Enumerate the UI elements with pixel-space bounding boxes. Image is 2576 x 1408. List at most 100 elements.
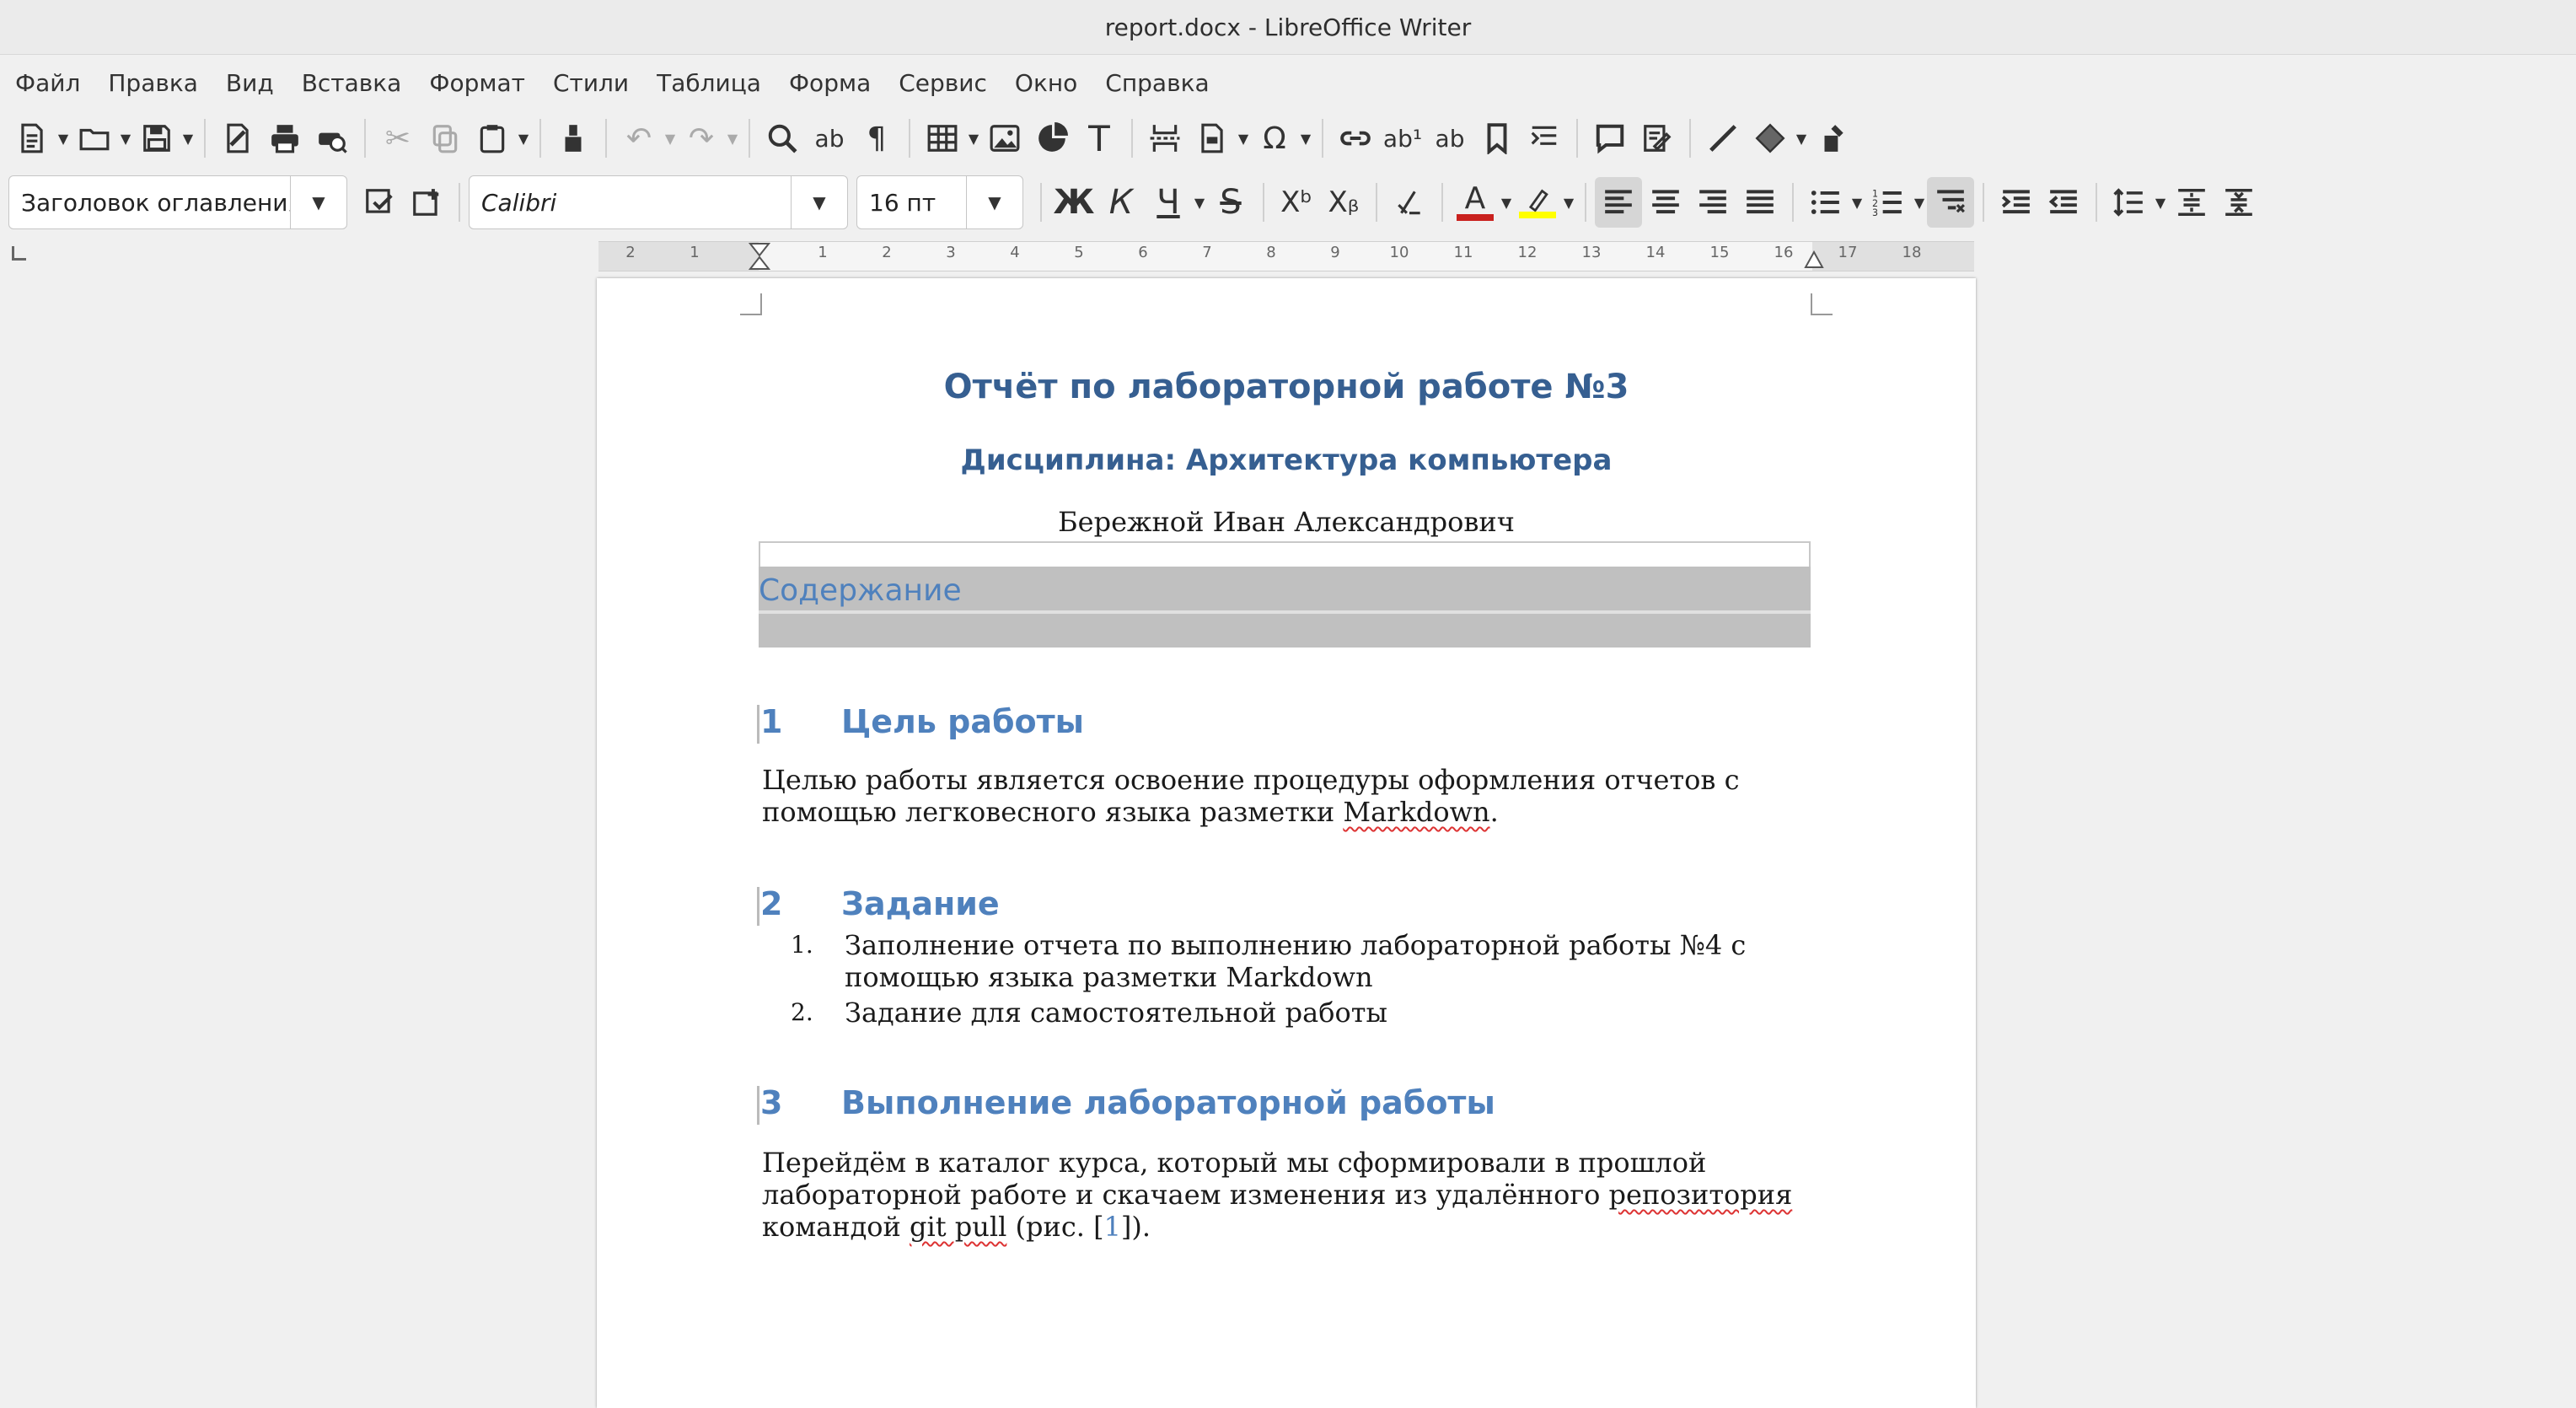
insert-chart-icon[interactable]: [1028, 113, 1076, 164]
figure-reference-link[interactable]: 1: [1104, 1211, 1121, 1243]
font-name-combo[interactable]: Calibri ▼: [469, 175, 848, 229]
numbered-list[interactable]: 1. Заполнение отчета по выполнению лабор…: [791, 929, 1802, 1029]
horizontal-ruler[interactable]: 2 1 1 2 3 4 5 6 7 8 9 10 11 12 13 14 15 …: [598, 241, 1974, 271]
unordered-list-dropdown-icon[interactable]: ▼: [1849, 177, 1865, 228]
decrease-paragraph-spacing-icon[interactable]: [2215, 177, 2262, 228]
find-replace-icon[interactable]: [759, 113, 806, 164]
document-author[interactable]: Бережной Иван Александрович: [597, 506, 1976, 538]
menu-view[interactable]: Вид: [226, 69, 274, 97]
open-dropdown-icon[interactable]: ▼: [118, 113, 133, 164]
field-dropdown-icon[interactable]: ▼: [1236, 113, 1251, 164]
hyperlink-icon[interactable]: [1332, 113, 1379, 164]
insert-table-icon[interactable]: [919, 113, 966, 164]
toc-section[interactable]: Содержание: [759, 567, 1811, 648]
update-style-icon[interactable]: [356, 177, 403, 228]
menu-insert[interactable]: Вставка: [302, 69, 402, 97]
paragraph-style-value[interactable]: Заголовок оглавления: [9, 189, 290, 217]
undo-icon[interactable]: ↶: [615, 113, 663, 164]
bookmark-icon[interactable]: [1473, 113, 1521, 164]
font-size-combo[interactable]: 16 пт ▼: [856, 175, 1023, 229]
tab-stop-selector[interactable]: [12, 246, 26, 261]
footnote-icon[interactable]: ab¹: [1379, 113, 1426, 164]
outline-list-icon[interactable]: [1927, 177, 1974, 228]
save-icon[interactable]: [133, 113, 180, 164]
paragraph[interactable]: Целью работы является освоение процедуры…: [762, 764, 1807, 828]
decrease-indent-icon[interactable]: [2040, 177, 2087, 228]
menu-edit[interactable]: Правка: [108, 69, 198, 97]
formatting-marks-icon[interactable]: ¶: [853, 113, 900, 164]
paragraph-style-combo[interactable]: Заголовок оглавления ▼: [8, 175, 347, 229]
new-dropdown-icon[interactable]: ▼: [56, 113, 71, 164]
paragraph[interactable]: Перейдём в каталог курса, который мы сфо…: [762, 1147, 1807, 1243]
clone-formatting-icon[interactable]: [550, 113, 597, 164]
menu-tools[interactable]: Сервис: [899, 69, 987, 97]
heading-3[interactable]: 3 Выполнение лабораторной работы: [760, 1084, 1495, 1121]
menu-help[interactable]: Справка: [1105, 69, 1209, 97]
save-dropdown-icon[interactable]: ▼: [180, 113, 196, 164]
chevron-down-icon[interactable]: ▼: [791, 176, 847, 228]
cross-reference-icon[interactable]: [1521, 113, 1568, 164]
ordered-list-icon[interactable]: 123: [1865, 177, 1912, 228]
right-indent-marker[interactable]: [1804, 250, 1824, 269]
superscript-icon[interactable]: Xᵇ: [1273, 177, 1320, 228]
insert-field-icon[interactable]: [1189, 113, 1236, 164]
basic-shapes-icon[interactable]: [1747, 113, 1794, 164]
table-dropdown-icon[interactable]: ▼: [966, 113, 981, 164]
copy-icon[interactable]: [421, 113, 469, 164]
menu-window[interactable]: Окно: [1015, 69, 1077, 97]
comment-icon[interactable]: [1586, 113, 1634, 164]
increase-paragraph-spacing-icon[interactable]: [2168, 177, 2215, 228]
spelling-icon[interactable]: ab: [806, 113, 853, 164]
clear-formatting-icon[interactable]: [1386, 177, 1433, 228]
export-pdf-icon[interactable]: [214, 113, 261, 164]
redo-dropdown-icon[interactable]: ▼: [725, 113, 740, 164]
underline-dropdown-icon[interactable]: ▼: [1192, 177, 1207, 228]
font-name-value[interactable]: Calibri: [470, 189, 791, 217]
line-spacing-icon[interactable]: [2106, 177, 2153, 228]
strikethrough-icon[interactable]: S: [1207, 177, 1254, 228]
menu-table[interactable]: Таблица: [657, 69, 761, 97]
justify-icon[interactable]: [1736, 177, 1784, 228]
cut-icon[interactable]: ✂: [374, 113, 421, 164]
insert-page-break-icon[interactable]: [1141, 113, 1189, 164]
highlight-dropdown-icon[interactable]: ▼: [1561, 177, 1576, 228]
menu-form[interactable]: Форма: [789, 69, 871, 97]
font-color-icon[interactable]: A: [1452, 177, 1499, 228]
chevron-down-icon[interactable]: ▼: [290, 176, 346, 228]
print-icon[interactable]: [261, 113, 309, 164]
document-title[interactable]: Отчёт по лабораторной работе №3: [597, 368, 1976, 406]
unordered-list-icon[interactable]: [1802, 177, 1849, 228]
insert-image-icon[interactable]: [981, 113, 1028, 164]
paste-dropdown-icon[interactable]: ▼: [516, 113, 531, 164]
italic-icon[interactable]: К: [1097, 177, 1145, 228]
paste-icon[interactable]: [469, 113, 516, 164]
document-subtitle[interactable]: Дисциплина: Архитектура компьютера: [597, 443, 1976, 477]
underline-icon[interactable]: Ч: [1145, 177, 1192, 228]
bold-icon[interactable]: Ж: [1050, 177, 1097, 228]
redo-icon[interactable]: ↷: [678, 113, 725, 164]
print-preview-icon[interactable]: [309, 113, 356, 164]
align-center-icon[interactable]: [1642, 177, 1689, 228]
toc-heading[interactable]: Содержание: [759, 573, 962, 608]
special-character-icon[interactable]: Ω: [1251, 113, 1298, 164]
chevron-down-icon[interactable]: ▼: [966, 176, 1022, 228]
align-left-icon[interactable]: [1595, 177, 1642, 228]
ordered-list-dropdown-icon[interactable]: ▼: [1912, 177, 1927, 228]
insert-textbox-icon[interactable]: T: [1076, 113, 1123, 164]
heading-1[interactable]: 1 Цель работы: [760, 703, 1084, 740]
list-item[interactable]: 2. Задание для самостоятельной работы: [791, 997, 1802, 1029]
track-changes-icon[interactable]: [1634, 113, 1681, 164]
subscript-icon[interactable]: Xᵦ: [1320, 177, 1367, 228]
insert-line-icon[interactable]: [1699, 113, 1747, 164]
endnote-icon[interactable]: ab: [1426, 113, 1473, 164]
shapes-dropdown-icon[interactable]: ▼: [1794, 113, 1809, 164]
menu-file[interactable]: Файл: [15, 69, 80, 97]
draw-functions-icon[interactable]: [1809, 113, 1856, 164]
new-document-icon[interactable]: [8, 113, 56, 164]
line-spacing-dropdown-icon[interactable]: ▼: [2153, 177, 2168, 228]
menu-styles[interactable]: Стили: [553, 69, 629, 97]
open-folder-icon[interactable]: [71, 113, 118, 164]
new-style-icon[interactable]: [403, 177, 450, 228]
align-right-icon[interactable]: [1689, 177, 1736, 228]
font-size-value[interactable]: 16 пт: [857, 189, 966, 217]
